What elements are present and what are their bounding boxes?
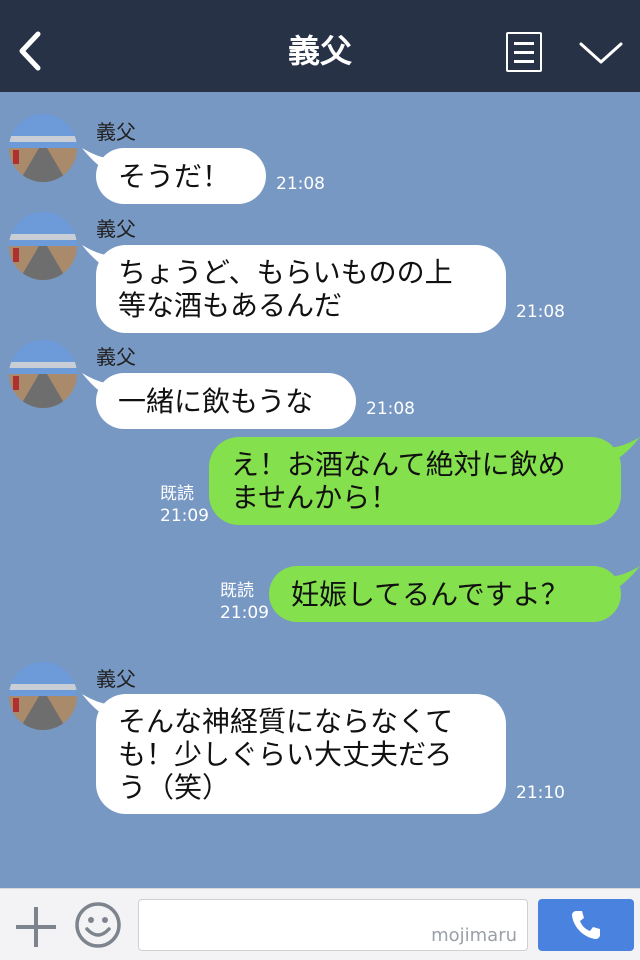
avatar[interactable] (9, 340, 77, 408)
avatar[interactable] (9, 662, 77, 730)
avatar[interactable] (9, 114, 77, 182)
input-bar: mojimaru (0, 888, 640, 960)
message-bubble[interactable]: 妊娠してるんですよ？ (269, 566, 621, 622)
message-bubble[interactable]: ちょうど、もらいものの上 等な酒もあるんだ (96, 245, 506, 333)
message-bubble[interactable]: そんな神経質にならなくて も！少しぐらい大丈夫だろ う（笑） (96, 694, 506, 814)
watermark: mojimaru (431, 925, 517, 946)
notes-icon[interactable] (506, 32, 542, 72)
message-bubble[interactable]: そうだ！ (96, 148, 266, 204)
message-bubble[interactable]: 一緒に飲もうな (96, 373, 356, 429)
sender-name: 義父 (96, 345, 136, 369)
chat-title: 義父 (287, 32, 352, 70)
message-time: 21:08 (366, 399, 415, 419)
call-button[interactable] (538, 899, 634, 951)
read-label: 既読 (160, 484, 194, 504)
read-label: 既読 (220, 581, 254, 601)
plus-icon[interactable] (14, 905, 58, 949)
message-time: 21:09 (160, 506, 209, 526)
sender-name: 義父 (96, 120, 136, 144)
read-receipt: 既読 21:09 (220, 580, 269, 624)
message-time: 21:09 (220, 603, 269, 623)
avatar[interactable] (9, 212, 77, 280)
chevron-down-icon[interactable] (578, 38, 624, 68)
message-time: 21:08 (516, 302, 565, 322)
message-time: 21:08 (276, 174, 325, 194)
message-input[interactable]: mojimaru (138, 899, 528, 951)
sender-name: 義父 (96, 667, 136, 691)
message-time: 21:10 (516, 783, 565, 803)
sender-name: 義父 (96, 217, 136, 241)
chat-header: 義父 (0, 0, 640, 92)
read-receipt: 既読 21:09 (160, 483, 209, 527)
message-bubble[interactable]: え！お酒なんて絶対に飲め ませんから！ (209, 437, 621, 525)
phone-icon (572, 911, 600, 939)
emoji-icon[interactable] (74, 901, 122, 949)
